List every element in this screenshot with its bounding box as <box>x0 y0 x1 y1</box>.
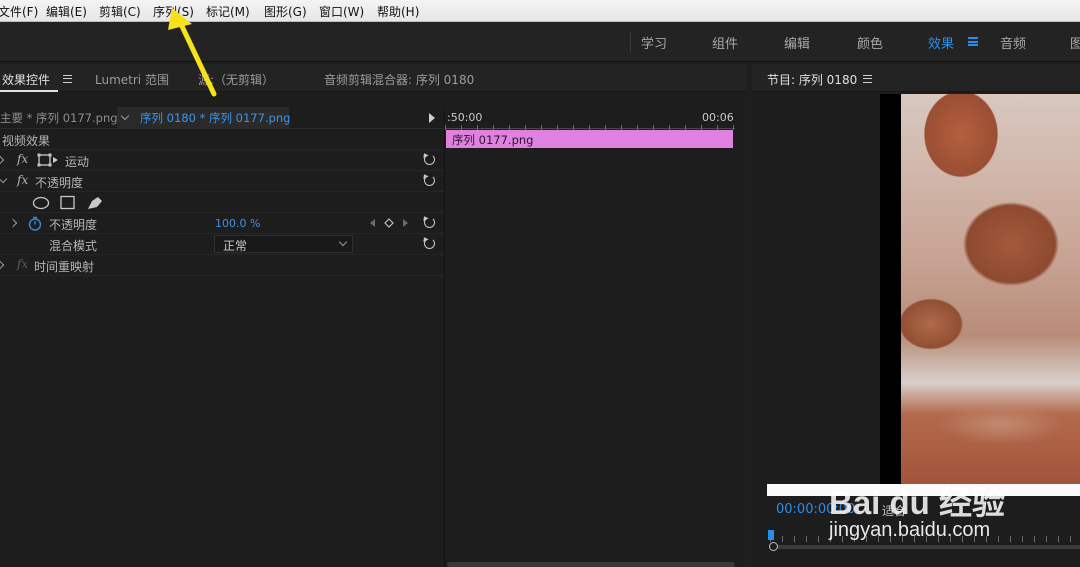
workspace-effects[interactable]: 效果 <box>928 33 954 52</box>
chevron-down-icon <box>338 237 348 247</box>
timeline-clip[interactable]: 序列 0177.png <box>446 130 733 148</box>
effect-name-time-remap: 时间重映射 <box>34 260 95 274</box>
video-preview <box>901 94 1080 484</box>
sequence-clip-label[interactable]: 序列 0180 * 序列 0177.png <box>140 110 290 126</box>
reset-icon[interactable] <box>422 152 436 166</box>
clip-label: 序列 0177.png <box>452 133 534 147</box>
playhead[interactable] <box>768 530 774 540</box>
panel-menu-icon[interactable] <box>63 75 72 83</box>
menu-edit[interactable]: 编辑(E) <box>46 3 87 20</box>
play-arrow-icon[interactable] <box>429 113 435 123</box>
panel-tab-bar: 效果控件 Lumetri 范围 源:（无剪辑） 音频剪辑混合器: 序列 0180 <box>0 64 746 92</box>
blend-mode-dropdown[interactable]: 正常 <box>214 235 353 253</box>
reset-icon[interactable] <box>422 236 436 250</box>
reset-icon[interactable] <box>422 215 436 229</box>
blend-mode-value: 正常 <box>223 239 248 253</box>
effect-row-motion[interactable]: fx 运动 <box>0 150 444 171</box>
program-monitor-header: 节目: 序列 0180 <box>752 64 1080 92</box>
video-effects-header: 视频效果 <box>0 129 444 150</box>
program-scrollbar[interactable] <box>772 545 1080 549</box>
stopwatch-icon[interactable] <box>28 216 42 231</box>
mask-tools <box>32 195 102 210</box>
workspace-bar: 学习 组件 编辑 颜色 效果 音频 图 <box>0 22 1080 62</box>
scrollbar-handle[interactable] <box>769 542 778 551</box>
menu-help[interactable]: 帮助(H) <box>377 3 419 20</box>
timeline-start-time: :50:00 <box>447 111 483 124</box>
watermark-url: jingyan.baidu.com <box>829 519 991 541</box>
mask-tools-row <box>0 192 444 213</box>
chevron-right-icon[interactable] <box>8 218 18 228</box>
menu-sequence[interactable]: 序列(S) <box>153 3 194 20</box>
workspace-assembly[interactable]: 组件 <box>712 33 738 52</box>
effect-row-opacity[interactable]: fx 不透明度 <box>0 171 444 192</box>
source-row: 主要 * 序列 0177.png 序列 0180 * 序列 0177.png <box>0 107 444 129</box>
workspace-color[interactable]: 颜色 <box>857 33 883 52</box>
timeline-end-time: 00:06 <box>702 111 734 124</box>
reset-icon[interactable] <box>422 173 436 187</box>
effect-name-motion: 运动 <box>65 155 90 169</box>
workspace-audio[interactable]: 音频 <box>1000 33 1026 52</box>
effect-row-time-remap[interactable]: fx 时间重映射 <box>0 255 444 276</box>
fx-icon: fx <box>17 257 29 271</box>
chevron-right-icon[interactable] <box>0 155 5 165</box>
workspace-menu-icon[interactable] <box>968 37 978 46</box>
menu-window[interactable]: 窗口(W) <box>319 3 364 20</box>
tab-effect-controls[interactable]: 效果控件 <box>2 71 50 88</box>
tab-source[interactable]: 源:（无剪辑） <box>198 71 274 88</box>
workspace-learn[interactable]: 学习 <box>641 33 667 52</box>
param-name-opacity: 不透明度 <box>49 218 98 232</box>
menu-file[interactable]: 文件(F) <box>0 3 38 20</box>
chevron-right-icon[interactable] <box>0 260 5 270</box>
opacity-value[interactable]: 100.0 % <box>215 217 260 230</box>
watermark-logo: Bai du 经验 <box>829 484 1006 521</box>
tab-audio-clip-mixer[interactable]: 音频剪辑混合器: 序列 0180 <box>324 71 474 88</box>
param-name-blend-mode: 混合模式 <box>49 239 98 253</box>
workspace-divider <box>630 32 631 52</box>
menu-marker[interactable]: 标记(M) <box>206 3 250 20</box>
fx-icon[interactable]: fx <box>17 173 28 187</box>
chevron-down-icon[interactable] <box>0 174 8 184</box>
menu-bar: 文件(F) 编辑(E) 剪辑(C) 序列(S) 标记(M) 图形(G) 窗口(W… <box>0 0 1080 22</box>
active-tab-indicator <box>0 90 58 92</box>
workspace-graphics[interactable]: 图 <box>1070 33 1080 52</box>
param-row-opacity[interactable]: 不透明度 100.0 % <box>0 213 444 234</box>
master-clip-label[interactable]: 主要 * 序列 0177.png <box>0 110 118 126</box>
menu-clip[interactable]: 剪辑(C) <box>99 3 141 20</box>
fx-icon[interactable]: fx <box>17 152 28 166</box>
program-monitor-title[interactable]: 节目: 序列 0180 <box>767 71 857 88</box>
timeline-zoom-scrollbar[interactable] <box>447 562 735 567</box>
section-title: 视频效果 <box>2 134 51 148</box>
panel-divider <box>444 107 445 567</box>
effect-name-opacity: 不透明度 <box>35 176 84 190</box>
menu-graphics[interactable]: 图形(G) <box>264 3 307 20</box>
keyframe-navigator[interactable] <box>369 217 411 229</box>
workspace-editing[interactable]: 编辑 <box>784 33 810 52</box>
panel-menu-icon[interactable] <box>863 75 872 83</box>
param-row-blend-mode: 混合模式 正常 <box>0 234 444 255</box>
tab-lumetri-scopes[interactable]: Lumetri 范围 <box>95 71 169 88</box>
transform-icon[interactable] <box>37 153 59 167</box>
effect-controls-panel: 效果控件 Lumetri 范围 源:（无剪辑） 音频剪辑混合器: 序列 0180… <box>0 64 746 567</box>
